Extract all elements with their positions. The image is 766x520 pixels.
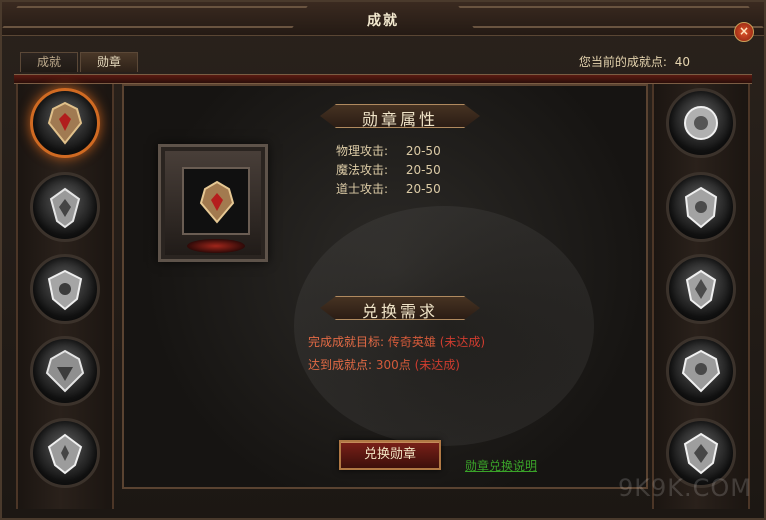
medal-icon: [685, 269, 717, 310]
requirement-row: 达到成就点: 300点 (未达成): [308, 356, 485, 379]
tab-medal[interactable]: 勋章: [80, 52, 138, 72]
attribute-value: 20-50: [405, 182, 441, 196]
medal-icon: [681, 349, 721, 393]
medal-icon: [684, 106, 718, 140]
tab-achievement[interactable]: 成就: [20, 52, 78, 72]
close-icon: ×: [738, 24, 750, 38]
medal-display-frame: [182, 167, 250, 235]
medal-base-glow: [187, 239, 245, 253]
medal-icon: [683, 432, 719, 475]
medal-slot-1[interactable]: [30, 88, 100, 158]
medal-slot-7[interactable]: [666, 172, 736, 242]
attribute-label: 物理攻击:: [336, 144, 389, 158]
attribute-row: 道士攻击: 20-50: [336, 180, 441, 199]
attribute-value: 20-50: [405, 163, 441, 177]
medal-icon: [49, 187, 81, 229]
achievement-points: 您当前的成就点: 40: [579, 53, 690, 70]
exchange-explanation-link[interactable]: 勋章兑换说明: [465, 457, 537, 474]
requirement-label: 达到成就点:: [308, 358, 373, 372]
exchange-requirements: 完成成就目标: 传奇英雄 (未达成) 达到成就点: 300点 (未达成): [308, 333, 485, 379]
requirements-banner: 兑换需求: [124, 296, 646, 321]
medal-slot-8[interactable]: [666, 254, 736, 324]
attribute-label: 魔法攻击:: [336, 163, 389, 177]
medal-slot-2[interactable]: [30, 172, 100, 242]
tab-bar: 成就 勋章: [20, 52, 138, 72]
window-title: 成就: [367, 13, 399, 29]
medal-slot-6[interactable]: [666, 88, 736, 158]
medal-slot-4[interactable]: [30, 336, 100, 406]
medal-icon: [684, 186, 718, 229]
points-value: 40: [674, 55, 690, 69]
attribute-row: 物理攻击: 20-50: [336, 142, 441, 161]
requirement-row: 完成成就目标: 传奇英雄 (未达成): [308, 333, 485, 356]
points-label: 您当前的成就点:: [578, 55, 667, 69]
medal-slot-3[interactable]: [30, 254, 100, 324]
medal-slot-9[interactable]: [666, 336, 736, 406]
top-frame-strip: [14, 74, 752, 84]
requirement-target: 传奇英雄: [387, 335, 436, 349]
left-medal-column: [16, 84, 114, 509]
attribute-label: 道士攻击:: [336, 182, 389, 196]
right-medal-column: [652, 84, 750, 509]
attributes-banner: 勋章属性: [124, 104, 646, 129]
requirements-title: 兑换需求: [361, 302, 438, 321]
exchange-medal-button[interactable]: 兑换勋章: [339, 440, 441, 470]
medal-icon: [47, 433, 83, 475]
requirement-status: (未达成): [414, 358, 460, 372]
requirement-target: 300点: [375, 358, 411, 372]
requirement-status: (未达成): [439, 335, 486, 349]
requirement-label: 完成成就目标:: [308, 335, 385, 349]
attribute-value: 20-50: [405, 144, 441, 158]
attributes-title: 勋章属性: [361, 110, 438, 129]
attribute-row: 魔法攻击: 20-50: [336, 161, 441, 180]
medal-slot-5[interactable]: [30, 418, 100, 488]
title-bar: 成就 ×: [2, 2, 764, 42]
medal-attributes: 物理攻击: 20-50 魔法攻击: 20-50 道士攻击: 20-50: [336, 142, 441, 199]
achievement-window: 成就 × 成就 勋章 您当前的成就点: 40 勋章属性 兑换需求 物理攻击: 2…: [0, 0, 766, 520]
medal-icon: [47, 269, 83, 311]
close-button[interactable]: ×: [734, 22, 754, 42]
selected-medal-display: [158, 144, 268, 262]
medal-icon: [45, 349, 85, 393]
medal-icon: [47, 101, 83, 145]
medal-icon: [199, 180, 235, 224]
background-emblem: [294, 206, 594, 446]
site-watermark: 9K9K.COM: [618, 474, 752, 502]
